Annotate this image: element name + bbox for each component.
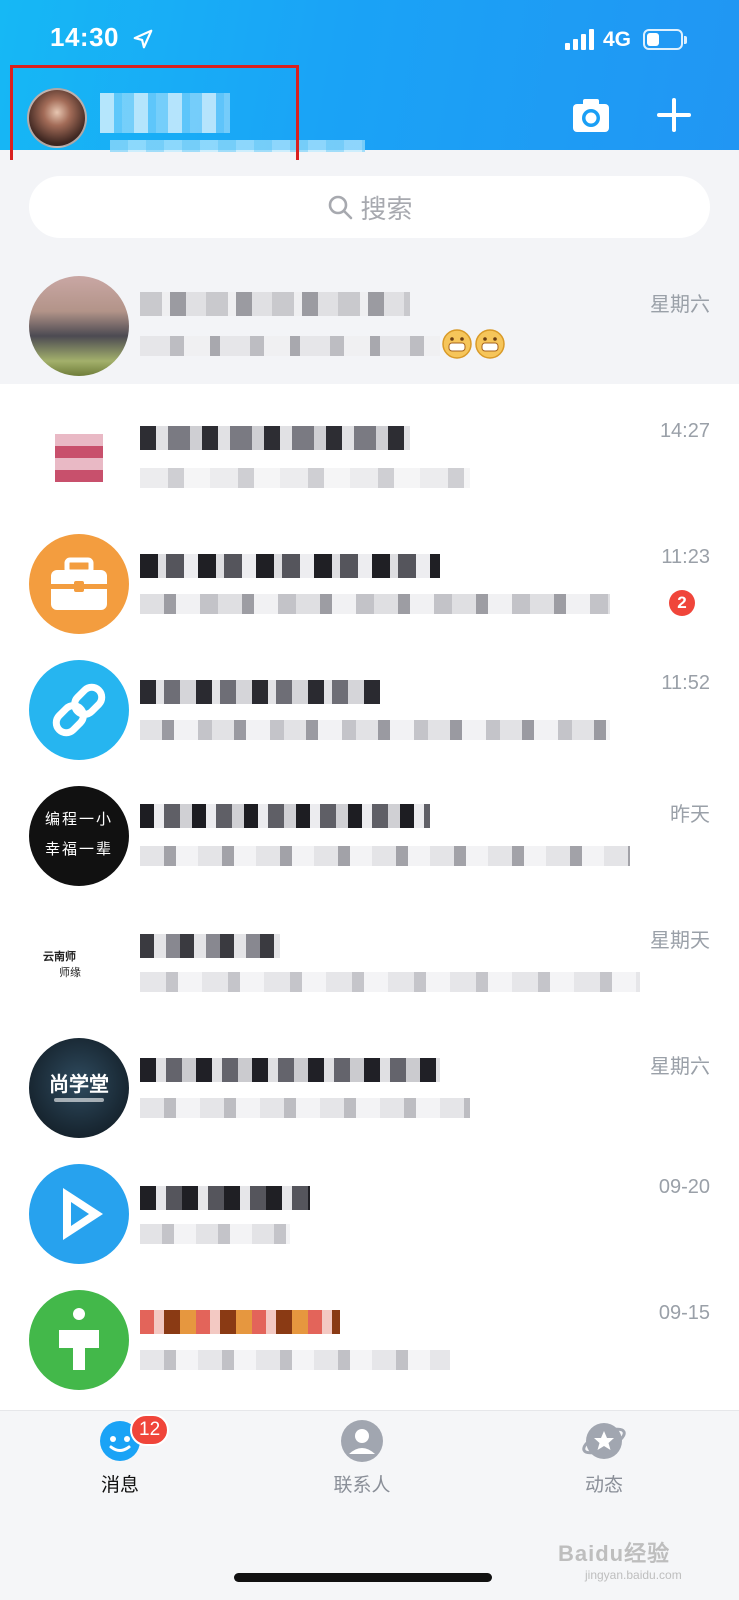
chat-preview-redacted xyxy=(140,336,440,356)
chat-row[interactable]: 14:27 xyxy=(0,384,739,510)
chat-name-redacted xyxy=(140,680,380,704)
chat-name-redacted xyxy=(140,1058,440,1082)
tab-contacts[interactable]: 联系人 xyxy=(302,1418,422,1497)
messages-badge: 12 xyxy=(130,1414,170,1446)
chat-name-redacted xyxy=(140,554,440,578)
tencent-video-icon xyxy=(63,1188,103,1240)
tab-messages[interactable]: 12 消息 xyxy=(60,1414,180,1497)
tab-dynamic-label: 动态 xyxy=(584,1475,623,1496)
avatar-school-top: 云南师 xyxy=(43,951,76,963)
chat-time: 11:23 xyxy=(661,546,710,568)
chat-avatar: 编程一小 幸福一辈 xyxy=(29,786,129,886)
chat-time: 11:52 xyxy=(661,672,710,694)
chat-row[interactable]: 云南师 师缘 星期天 xyxy=(0,888,739,1014)
chat-preview-redacted xyxy=(140,1098,470,1118)
camera-icon[interactable] xyxy=(571,96,611,134)
plus-icon[interactable] xyxy=(655,96,693,134)
search-placeholder: 搜索 xyxy=(360,193,413,224)
link-icon xyxy=(52,683,106,737)
tab-messages-label: 消息 xyxy=(100,1475,139,1496)
dynamic-star-icon xyxy=(582,1423,626,1459)
chat-preview-redacted xyxy=(140,720,610,740)
chat-row[interactable]: 星期六 xyxy=(0,252,739,384)
chat-avatar: 尚学堂 xyxy=(29,1038,129,1138)
chat-name-redacted xyxy=(140,292,410,316)
chat-time: 昨天 xyxy=(670,804,710,826)
chat-list: 星期六 14:27 11:23 2 11:52 编程一小 幸福一辈 昨天 云南师… xyxy=(0,252,739,1392)
chat-preview-redacted xyxy=(140,972,640,992)
tab-dynamic[interactable]: 动态 xyxy=(544,1418,664,1497)
chat-avatar xyxy=(29,408,129,508)
unread-badge: 2 xyxy=(669,590,695,616)
chat-name-redacted xyxy=(140,426,410,450)
chat-avatar xyxy=(29,1290,129,1390)
chat-preview-redacted xyxy=(140,1350,450,1370)
tab-contacts-label: 联系人 xyxy=(333,1475,391,1496)
chat-time: 14:27 xyxy=(659,420,710,442)
briefcase-icon xyxy=(51,557,107,610)
chat-name-redacted xyxy=(140,804,430,828)
chat-avatar xyxy=(29,1164,129,1264)
chat-time: 星期六 xyxy=(650,1056,710,1078)
chat-avatar: 云南师 师缘 xyxy=(29,912,129,1012)
avatar-lyric-bottom: 幸福一辈 xyxy=(44,840,113,858)
chat-time: 09-15 xyxy=(658,1302,710,1324)
app-logo-icon xyxy=(59,1308,99,1370)
network-type: 4G xyxy=(603,28,632,51)
chat-row[interactable]: 编程一小 幸福一辈 昨天 xyxy=(0,762,739,888)
chat-name-redacted xyxy=(140,1186,310,1210)
grin-emoji-icon xyxy=(442,329,472,359)
chat-preview-redacted xyxy=(140,1224,290,1244)
chat-preview-redacted xyxy=(140,468,470,488)
avatar-lyric-top: 编程一小 xyxy=(44,810,113,828)
battery-icon xyxy=(643,29,687,50)
status-time: 14:30 xyxy=(50,22,119,52)
watermark-url: jingyan.baidu.com xyxy=(585,1568,682,1582)
avatar-shangxuetang: 尚学堂 xyxy=(49,1074,109,1096)
chat-row[interactable]: 09-20 xyxy=(0,1140,739,1266)
chat-row[interactable]: 尚学堂 星期六 xyxy=(0,1014,739,1140)
chat-name-redacted xyxy=(140,934,280,958)
chat-row[interactable]: 11:23 2 xyxy=(0,510,739,636)
chat-avatar xyxy=(29,660,129,760)
chat-preview-redacted xyxy=(140,846,630,866)
chat-preview-redacted xyxy=(140,594,610,614)
watermark-brand: Baidu经验 xyxy=(558,1541,671,1566)
chat-avatar xyxy=(29,276,129,376)
qq-message-screen: 14:30 4G 搜索 星期六 14:27 11:23 2 11:52 编程一小… xyxy=(0,0,739,1600)
location-arrow-icon xyxy=(133,29,153,49)
chat-row[interactable]: 11:52 xyxy=(0,636,739,762)
chat-time: 09-20 xyxy=(658,1176,710,1198)
home-indicator[interactable] xyxy=(234,1573,492,1582)
avatar-school-bottom: 师缘 xyxy=(59,967,81,979)
search-icon xyxy=(329,195,353,220)
grin-emoji-icon xyxy=(475,329,505,359)
signal-icon xyxy=(565,28,594,50)
chat-row[interactable]: 09-15 xyxy=(0,1266,739,1392)
chat-time: 星期六 xyxy=(650,294,710,316)
contacts-icon xyxy=(341,1420,383,1462)
chat-name-redacted xyxy=(140,1310,340,1334)
search-input[interactable]: 搜索 xyxy=(29,176,710,238)
chat-time: 星期天 xyxy=(650,930,710,952)
chat-avatar xyxy=(29,534,129,634)
